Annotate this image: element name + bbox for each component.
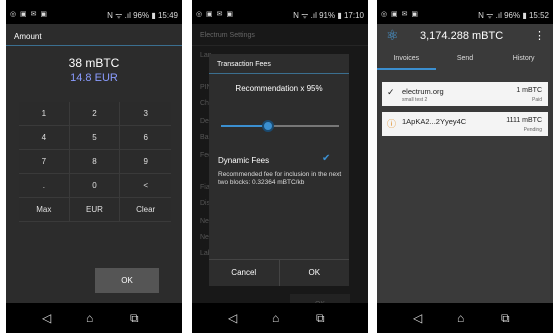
fiat-amount: 14.8 EUR	[70, 72, 118, 84]
slider-fill	[221, 125, 269, 127]
invoice-description: small test 2	[402, 97, 428, 103]
wallet-screen: ⚛ 3,174.288 mBTC ⋮ Invoices Send History…	[377, 24, 553, 303]
max-button[interactable]: Max	[19, 198, 70, 222]
key-6[interactable]: 6	[120, 126, 171, 150]
status-bar: ◎ ▣ ✉ ▣ N ᯤ .ıl 96% ▮ 15:49	[6, 8, 182, 22]
tab-invoices[interactable]: Invoices	[377, 48, 436, 70]
dynamic-fees-label: Dynamic Fees	[218, 156, 270, 165]
app-bar: ⚛ 3,174.288 mBTC ⋮	[377, 24, 553, 48]
back-icon[interactable]: ◁	[42, 311, 51, 325]
recent-apps-icon[interactable]: ⧉	[501, 311, 510, 326]
tab-bar: Invoices Send History	[377, 48, 553, 70]
dynamic-fees-checkbox-icon[interactable]: ✔	[322, 153, 330, 164]
nav-bar: ◁ ⌂ ⧉	[192, 303, 368, 333]
fee-recommendation: Recommendation x 95%	[235, 84, 323, 93]
btc-amount: 38 mBTC	[68, 56, 120, 70]
fee-slider[interactable]	[221, 120, 339, 132]
invoice-status: Pending	[523, 127, 542, 133]
home-icon[interactable]: ⌂	[272, 311, 279, 325]
key-2[interactable]: 2	[69, 102, 121, 126]
slider-thumb[interactable]	[262, 120, 275, 132]
key-8[interactable]: 8	[69, 150, 121, 174]
home-icon[interactable]: ⌂	[457, 311, 464, 325]
status-right: N ᯤ .ıl 91% ▮ 17:10	[293, 11, 364, 20]
currency-toggle-button[interactable]: EUR	[69, 198, 121, 222]
phone-fees-screen: ◎ ▣ ✉ ▣ N ᯤ .ıl 91% ▮ 17:10 Electrum Set…	[192, 0, 368, 333]
invoice-title: 1ApKA2...2Yyey4C	[402, 117, 467, 126]
phone-amount-screen: ◎ ▣ ✉ ▣ N ᯤ .ıl 96% ▮ 15:49 Amount 38 mB…	[6, 0, 182, 333]
tab-send[interactable]: Send	[436, 48, 495, 70]
invoice-amount: 1 mBTC	[516, 87, 542, 94]
home-icon[interactable]: ⌂	[86, 311, 93, 325]
key-1[interactable]: 1	[19, 102, 70, 126]
electrum-logo-icon: ⚛	[386, 27, 399, 43]
status-right: N ᯤ .ıl 96% ▮ 15:49	[107, 11, 178, 20]
key-dot[interactable]: .	[19, 174, 70, 198]
settings-screen: Electrum Settings Lan PIN Cha Den Bas Fe…	[192, 24, 368, 316]
key-4[interactable]: 4	[19, 126, 70, 150]
amount-dialog: Amount 38 mBTC 14.8 EUR 1 2 3 4 5 6 7 8 …	[6, 24, 182, 303]
overflow-menu-icon[interactable]: ⋮	[534, 29, 545, 42]
dialog-title: Transaction Fees	[209, 54, 349, 74]
recent-apps-icon[interactable]: ⧉	[130, 311, 139, 326]
amount-header: Amount	[6, 24, 182, 46]
status-bar: ◎ ▣ ✉ ▣ N ᯤ .ıl 96% ▮ 15:52	[377, 8, 553, 22]
recent-apps-icon[interactable]: ⧉	[316, 311, 325, 326]
fee-description: Recommended fee for inclusion in the nex…	[218, 171, 342, 186]
keypad: 1 2 3 4 5 6 7 8 9 . 0 < Max EUR Clear	[19, 102, 171, 222]
notification-icons: ◎ ▣ ✉ ▣	[196, 11, 235, 18]
clear-button[interactable]: Clear	[120, 198, 171, 222]
invoice-status: Paid	[531, 97, 542, 103]
notification-icons: ◎ ▣ ✉ ▣	[381, 11, 420, 18]
key-9[interactable]: 9	[120, 150, 171, 174]
dialog-buttons: Cancel OK	[209, 259, 349, 286]
key-0[interactable]: 0	[69, 174, 121, 198]
key-5[interactable]: 5	[69, 126, 121, 150]
phone-invoices-screen: ◎ ▣ ✉ ▣ N ᯤ .ıl 96% ▮ 15:52 ⚛ 3,174.288 …	[377, 0, 553, 333]
back-icon[interactable]: ◁	[413, 311, 422, 325]
key-7[interactable]: 7	[19, 150, 70, 174]
status-bar: ◎ ▣ ✉ ▣ N ᯤ .ıl 91% ▮ 17:10	[192, 8, 368, 22]
invoice-title: electrum.org	[402, 87, 444, 96]
nav-bar: ◁ ⌂ ⧉	[6, 303, 182, 333]
key-backspace[interactable]: <	[120, 174, 171, 198]
nav-bar: ◁ ⌂ ⧉	[377, 303, 553, 333]
wallet-balance: 3,174.288 mBTC	[420, 30, 504, 42]
invoice-item[interactable]: ✓ electrum.org small test 2 1 mBTC Paid	[382, 82, 548, 106]
invoice-item[interactable]: ⓘ 1ApKA2...2Yyey4C 1111 mBTC Pending	[382, 112, 548, 136]
status-right: N ᯤ .ıl 96% ▮ 15:52	[478, 11, 549, 20]
paid-check-icon: ✓	[387, 87, 395, 97]
transaction-fees-dialog: Transaction Fees Recommendation x 95% Dy…	[209, 54, 349, 286]
settings-title: Electrum Settings	[192, 24, 368, 46]
ok-button[interactable]: OK	[280, 260, 350, 286]
pending-info-icon: ⓘ	[387, 119, 397, 129]
ok-button[interactable]: OK	[95, 268, 159, 293]
cancel-button[interactable]: Cancel	[209, 260, 280, 286]
tab-history[interactable]: History	[494, 48, 553, 70]
key-3[interactable]: 3	[120, 102, 171, 126]
back-icon[interactable]: ◁	[228, 311, 237, 325]
notification-icons: ◎ ▣ ✉ ▣	[10, 11, 49, 18]
invoice-amount: 1111 mBTC	[506, 117, 542, 124]
